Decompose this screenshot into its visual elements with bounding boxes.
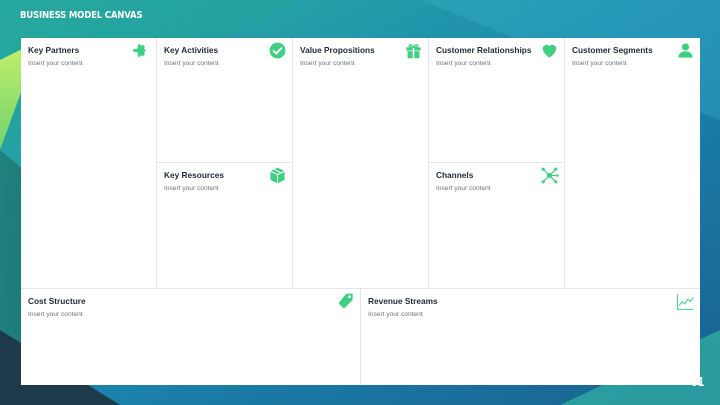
block-title: Key Activities [164,45,219,55]
block-cost-structure[interactable]: Cost Structure Insert your content [21,289,361,385]
block-title: Value Propositions [300,45,375,55]
block-placeholder[interactable]: Insert your content [164,60,219,67]
block-channels[interactable]: Channels Insert your content [429,163,565,289]
block-key-resources[interactable]: Key Resources Insert your content [157,163,293,289]
heart-icon [540,41,559,60]
block-key-partners[interactable]: Key Partners Insert your content [21,38,157,289]
gift-icon [404,41,423,60]
block-placeholder[interactable]: Insert your content [28,311,83,318]
page-number: 01 [691,375,705,389]
business-model-canvas: Key Partners Insert your content Key Act… [21,38,700,385]
block-title: Channels [436,170,474,180]
block-placeholder[interactable]: Insert your content [164,185,219,192]
puzzle-icon [132,41,151,60]
box-icon [268,166,287,185]
block-customer-segments[interactable]: Customer Segments Insert your content [565,38,700,289]
block-title: Cost Structure [28,296,86,306]
block-title: Key Resources [164,170,224,180]
block-placeholder[interactable]: Insert your content [572,60,627,67]
block-placeholder[interactable]: Insert your content [300,60,355,67]
block-placeholder[interactable]: Insert your content [28,60,83,67]
block-title: Revenue Streams [368,296,438,306]
line-chart-icon [676,292,695,311]
check-circle-icon [268,41,287,60]
block-placeholder[interactable]: Insert your content [436,185,491,192]
price-tag-icon [336,292,355,311]
block-placeholder[interactable]: Insert your content [368,311,423,318]
block-title: Customer Segments [572,45,653,55]
slide-title: BUSINESS MODEL CANVAS [20,10,143,21]
block-customer-relationships[interactable]: Customer Relationships Insert your conte… [429,38,565,163]
user-icon [676,41,695,60]
block-placeholder[interactable]: Insert your content [436,60,491,67]
block-title: Customer Relationships [436,45,532,55]
block-key-activities[interactable]: Key Activities Insert your content [157,38,293,163]
network-icon [540,166,559,185]
block-title: Key Partners [28,45,80,55]
block-value-propositions[interactable]: Value Propositions Insert your content [293,38,429,289]
block-revenue-streams[interactable]: Revenue Streams Insert your content [361,289,700,385]
